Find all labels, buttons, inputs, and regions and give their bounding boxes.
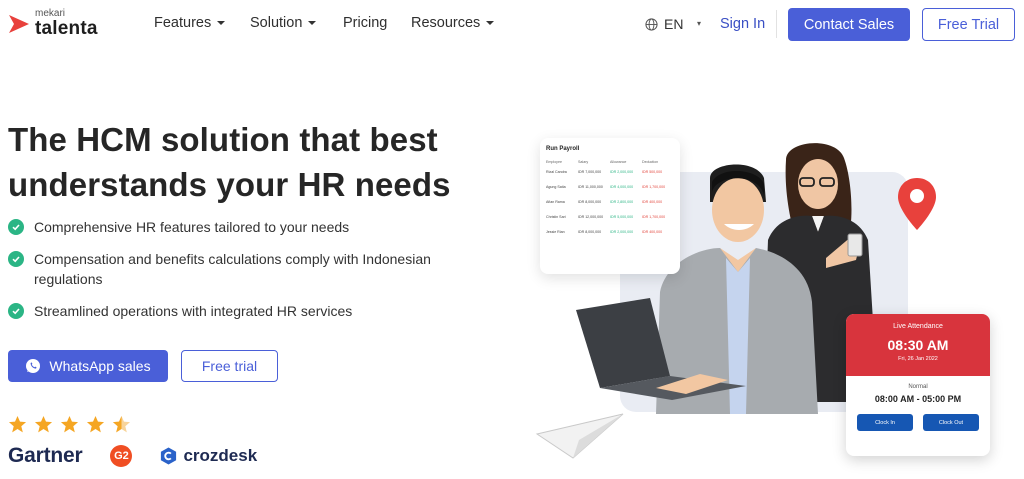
globe-icon [645,17,658,31]
free-trial-button[interactable]: Free Trial [922,8,1015,41]
paper-plane-icon [535,413,624,459]
rating-stars [8,415,138,434]
language-label: EN [664,16,684,32]
clock-out-button: Clock Out [923,414,979,431]
attendance-date: Fri, 26 Jan 2022 [898,356,938,362]
payroll-cell: Rizal Candra [546,170,567,174]
star-icon [60,415,79,433]
nav-features[interactable]: Features [154,15,226,31]
review-brands: Gartner G2 crozdesk [8,444,257,468]
payroll-cell: IDR 8,000,000 [578,200,602,204]
star-icon [86,415,105,433]
payroll-col: Allowance [610,160,627,164]
chevron-down-icon [308,21,317,25]
half-star-icon [112,415,131,433]
language-selector[interactable]: EN [645,16,683,32]
hero-title: The HCM solution that best understands y… [8,121,451,203]
payroll-cell: IDR 2,000,000 [610,230,634,234]
payroll-col: Employee [546,160,562,164]
nav-pricing[interactable]: Pricing [343,15,387,31]
payroll-cell: IDR 1,700,000 [642,215,666,219]
payroll-cell: IDR 5,000,000 [610,215,634,219]
nav-solution-label: Solution [250,15,303,31]
payroll-cell: IDR 500,000 [642,170,663,174]
language-caret-icon[interactable]: ▾ [697,19,701,28]
payroll-cell: IDR 400,000 [642,230,663,234]
clock-in-button: Clock In [857,414,913,431]
location-pin-icon [898,178,936,230]
shift-label: Normal [908,384,928,390]
attendance-time: 08:30 AM [887,337,949,353]
mekari-logo-mark-icon [9,14,29,33]
payroll-cell: Afian Rama [546,200,565,204]
nav-resources[interactable]: Resources [411,15,495,31]
payroll-cell: IDR 1,700,000 [642,185,666,189]
hero-free-trial-button[interactable]: Free trial [181,350,278,382]
talenta-logo[interactable]: mekari talenta [8,9,98,38]
payroll-cell: Jessie Rian [546,230,565,234]
crozdesk-mark-icon [161,447,177,465]
star-icon [34,415,53,433]
payroll-cell: IDR 12,000,000 [578,215,604,219]
payroll-cell: IDR 4,000,000 [610,185,634,189]
g2-logo: G2 [110,445,133,467]
gartner-logo: Gartner [8,444,83,467]
crozdesk-logo: crozdesk [159,446,257,466]
run-payroll-card: Run Payroll Employee Salary Allowance De… [540,138,680,274]
feature-list: Comprehensive HR features tailored to yo… [8,217,458,333]
payroll-cell: IDR 2,800,000 [610,200,634,204]
logo-product: talenta [35,18,98,39]
payroll-col: Deduction [642,160,659,164]
table-row: Agung Satia IDR 11,000,000 IDR 4,000,000… [546,185,674,189]
payroll-cell: IDR 2,000,000 [610,170,634,174]
payroll-cell: IDR 8,000,000 [578,230,602,234]
hero-illustration: Run Payroll Employee Salary Allowance De… [530,130,1000,470]
nav-features-label: Features [154,15,212,31]
table-row: Afian Rama IDR 8,000,000 IDR 2,800,000 I… [546,200,674,204]
payroll-cell: Christin Sari [546,215,566,219]
sign-in-link[interactable]: Sign In [720,16,765,32]
nav-pricing-label: Pricing [343,15,388,31]
crozdesk-text: crozdesk [183,446,258,465]
nav-divider [776,10,777,38]
payroll-cell: IDR 11,000,000 [578,185,603,189]
check-circle-icon [8,219,24,235]
payroll-header: Employee Salary Allowance Deduction [546,160,674,164]
check-circle-icon [8,251,24,267]
nav-solution[interactable]: Solution [250,15,317,31]
top-navigation: mekari talenta Features Solution Pricing… [0,0,1024,50]
attendance-label: Live Attendance [893,323,943,330]
table-row: Christin Sari IDR 12,000,000 IDR 5,000,0… [546,215,674,219]
payroll-col: Salary [578,160,589,164]
feature-text: Compensation and benefits calculations c… [34,251,431,287]
table-row: Rizal Candra IDR 7,000,000 IDR 2,000,000… [546,170,674,174]
table-row: Jessie Rian IDR 8,000,000 IDR 2,000,000 … [546,230,674,234]
feature-item: Comprehensive HR features tailored to yo… [8,217,458,237]
payroll-cell: Agung Satia [546,185,566,189]
feature-text: Streamlined operations with integrated H… [34,303,353,319]
whatsapp-icon [26,359,41,373]
nav-resources-label: Resources [411,15,481,31]
whatsapp-sales-button[interactable]: WhatsApp sales [8,350,168,382]
star-icon [8,415,27,433]
feature-item: Streamlined operations with integrated H… [8,301,458,321]
chevron-down-icon [217,21,226,25]
payroll-title: Run Payroll [546,146,580,152]
check-circle-icon [8,303,24,319]
shift-range: 08:00 AM - 05:00 PM [874,394,962,404]
payroll-cell: IDR 7,000,000 [578,170,602,174]
payroll-cell: IDR 400,000 [642,200,663,204]
feature-text: Comprehensive HR features tailored to yo… [34,219,350,235]
chevron-down-icon [486,21,495,25]
feature-item: Compensation and benefits calculations c… [8,249,458,289]
live-attendance-card: Live Attendance 08:30 AM Fri, 26 Jan 202… [846,314,990,456]
contact-sales-button[interactable]: Contact Sales [788,8,910,41]
whatsapp-sales-label: WhatsApp sales [49,358,151,374]
